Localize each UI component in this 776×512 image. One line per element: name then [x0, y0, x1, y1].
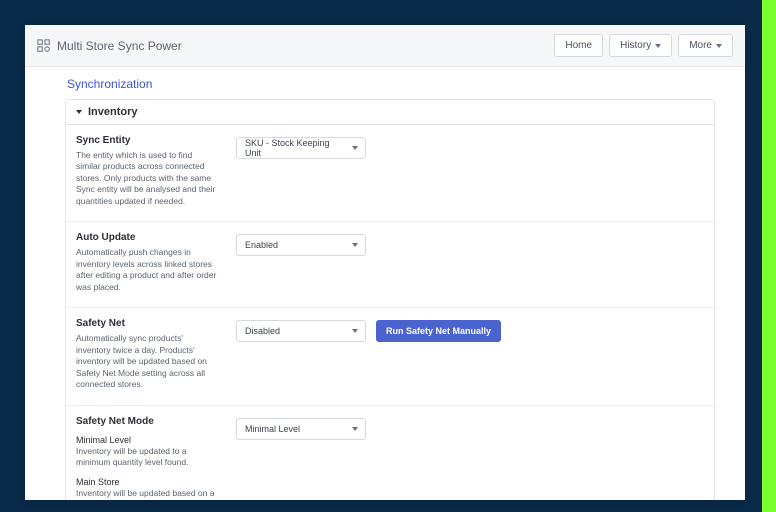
- chevron-down-icon: [352, 329, 358, 333]
- content-area: Synchronization Inventory Sync Entity Th…: [25, 67, 745, 500]
- inventory-section-header[interactable]: Inventory: [66, 100, 714, 125]
- chevron-down-icon: [352, 146, 358, 150]
- header-bar: Multi Store Sync Power Home History More: [25, 25, 745, 67]
- more-button[interactable]: More: [678, 34, 733, 57]
- auto-update-label: Auto Update: [76, 232, 218, 243]
- safety-net-row: Safety Net Automatically sync products' …: [66, 308, 714, 405]
- accent-strip: [762, 0, 776, 512]
- sync-entity-desc: The entity which is used to find similar…: [76, 150, 218, 207]
- auto-update-select[interactable]: Enabled: [236, 234, 366, 256]
- sync-entity-row: Sync Entity The entity which is used to …: [66, 125, 714, 222]
- safety-net-select[interactable]: Disabled: [236, 320, 366, 342]
- safety-net-desc: Automatically sync products' inventory t…: [76, 333, 218, 390]
- history-button[interactable]: History: [609, 34, 672, 57]
- chevron-down-icon: [352, 243, 358, 247]
- chevron-down-icon: [352, 427, 358, 431]
- auto-update-desc: Automatically push changes in inventory …: [76, 247, 218, 293]
- main-store-desc: Inventory will be updated based on a mai…: [76, 488, 218, 501]
- home-button[interactable]: Home: [554, 34, 603, 57]
- minimal-level-head: Minimal Level: [76, 435, 218, 445]
- safety-net-mode-select[interactable]: Minimal Level: [236, 418, 366, 440]
- auto-update-row: Auto Update Automatically push changes i…: [66, 222, 714, 308]
- main-store-head: Main Store: [76, 477, 218, 487]
- app-window: Multi Store Sync Power Home History More…: [25, 25, 745, 500]
- safety-net-mode-label: Safety Net Mode: [76, 416, 218, 427]
- chevron-down-icon: [716, 44, 722, 48]
- chevron-down-icon: [76, 110, 82, 114]
- run-safety-net-button[interactable]: Run Safety Net Manually: [376, 320, 501, 342]
- sync-entity-label: Sync Entity: [76, 135, 218, 146]
- minimal-level-desc: Inventory will be updated to a minimum q…: [76, 446, 218, 469]
- safety-net-label: Safety Net: [76, 318, 218, 329]
- chevron-down-icon: [655, 44, 661, 48]
- app-icon: [37, 39, 51, 53]
- app-title: Multi Store Sync Power: [57, 39, 548, 53]
- page-title: Synchronization: [67, 77, 715, 91]
- section-title: Inventory: [88, 106, 138, 118]
- safety-net-mode-row: Safety Net Mode Minimal Level Inventory …: [66, 406, 714, 500]
- sync-entity-select[interactable]: SKU - Stock Keeping Unit: [236, 137, 366, 159]
- inventory-section: Inventory Sync Entity The entity which i…: [65, 99, 715, 500]
